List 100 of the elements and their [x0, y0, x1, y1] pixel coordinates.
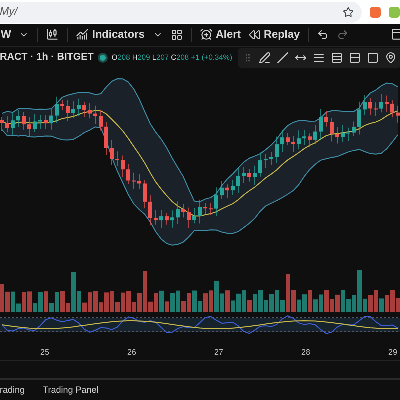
replay-button[interactable]: Replay [249, 28, 300, 41]
candle [214, 186, 218, 216]
candle [94, 105, 98, 124]
candle [50, 107, 54, 130]
time-label: 29 [388, 348, 398, 357]
candle [77, 98, 81, 116]
extension-icon[interactable] [370, 6, 381, 18]
channel-icon[interactable] [331, 52, 344, 64]
lines-icon[interactable] [313, 52, 326, 64]
grid-icon[interactable] [170, 28, 183, 41]
candle [324, 110, 328, 127]
redo-icon[interactable] [337, 28, 350, 41]
candle [126, 163, 130, 184]
candle [165, 212, 169, 225]
candle [270, 152, 274, 166]
symbol-title: RACT · 1h · BITGET [0, 52, 94, 64]
candle [187, 207, 191, 228]
candle [396, 105, 400, 123]
candle [308, 132, 312, 148]
candle [11, 112, 15, 136]
candle [33, 113, 37, 132]
candle [16, 110, 20, 128]
candle [220, 180, 224, 200]
panel-tab[interactable]: rading [0, 384, 26, 395]
time-label: 28 [302, 348, 310, 357]
address-bar[interactable]: My/ [0, 2, 362, 23]
candle [176, 200, 180, 224]
candle [292, 136, 296, 152]
candle [258, 152, 262, 177]
candle [60, 99, 64, 110]
candle [209, 202, 213, 215]
interval-button[interactable]: W [1, 28, 12, 41]
candle [253, 165, 257, 185]
candle [280, 130, 284, 152]
candle [346, 127, 350, 141]
channel-icon[interactable] [349, 52, 362, 64]
time-label: 25 [40, 348, 50, 357]
url-text: My/ [0, 6, 18, 18]
candle [390, 100, 394, 118]
candle [99, 110, 103, 131]
candle [385, 95, 389, 112]
chart-icon [76, 28, 90, 42]
alarm-clock-icon [200, 28, 213, 42]
candle [121, 155, 125, 178]
candle [104, 122, 108, 156]
candle [44, 114, 48, 130]
candle [143, 179, 147, 208]
candle [302, 129, 306, 146]
candle [236, 167, 240, 194]
candle [242, 166, 246, 184]
candle [275, 136, 279, 163]
rectangle-icon[interactable] [367, 52, 380, 64]
alert-button[interactable]: Alert [200, 28, 242, 42]
candle [170, 210, 174, 228]
star-icon[interactable] [343, 6, 354, 18]
undo-icon[interactable] [317, 28, 330, 41]
panel-tab[interactable]: Trading Panel [43, 384, 99, 395]
line-icon[interactable] [277, 52, 290, 64]
candle [154, 210, 158, 225]
candle [248, 168, 252, 182]
candle [198, 199, 202, 224]
candle [148, 194, 152, 226]
candle [6, 116, 10, 133]
rewind-icon [249, 28, 262, 41]
candle [368, 98, 372, 115]
indicators-button[interactable]: Indicators [76, 28, 145, 42]
pen-icon[interactable] [259, 52, 272, 64]
candle [38, 114, 42, 130]
candle [226, 184, 230, 198]
candle [0, 116, 4, 132]
candle [132, 172, 136, 190]
candlestick-icon[interactable] [46, 28, 60, 42]
candle [231, 179, 235, 196]
candle [330, 118, 334, 142]
candle [82, 101, 86, 117]
candle [352, 121, 356, 136]
candle [363, 94, 367, 116]
candle [380, 94, 384, 113]
candle [88, 102, 92, 119]
candle [314, 124, 318, 144]
candle [341, 124, 345, 142]
candle [138, 174, 142, 190]
candle [374, 102, 378, 116]
candle [66, 99, 70, 122]
candle [160, 209, 164, 228]
time-label: 26 [128, 348, 136, 357]
candle [204, 202, 208, 214]
candle [182, 203, 186, 218]
candle [22, 112, 26, 130]
time-label: 27 [214, 348, 224, 357]
candle [286, 132, 290, 146]
candle [358, 101, 362, 135]
candle [110, 140, 114, 166]
candle [72, 100, 76, 118]
pin-icon[interactable] [385, 52, 398, 64]
candle [192, 208, 196, 224]
candle [116, 150, 120, 166]
candle [28, 116, 32, 138]
candle [297, 130, 301, 150]
panel-icon[interactable] [391, 28, 400, 42]
